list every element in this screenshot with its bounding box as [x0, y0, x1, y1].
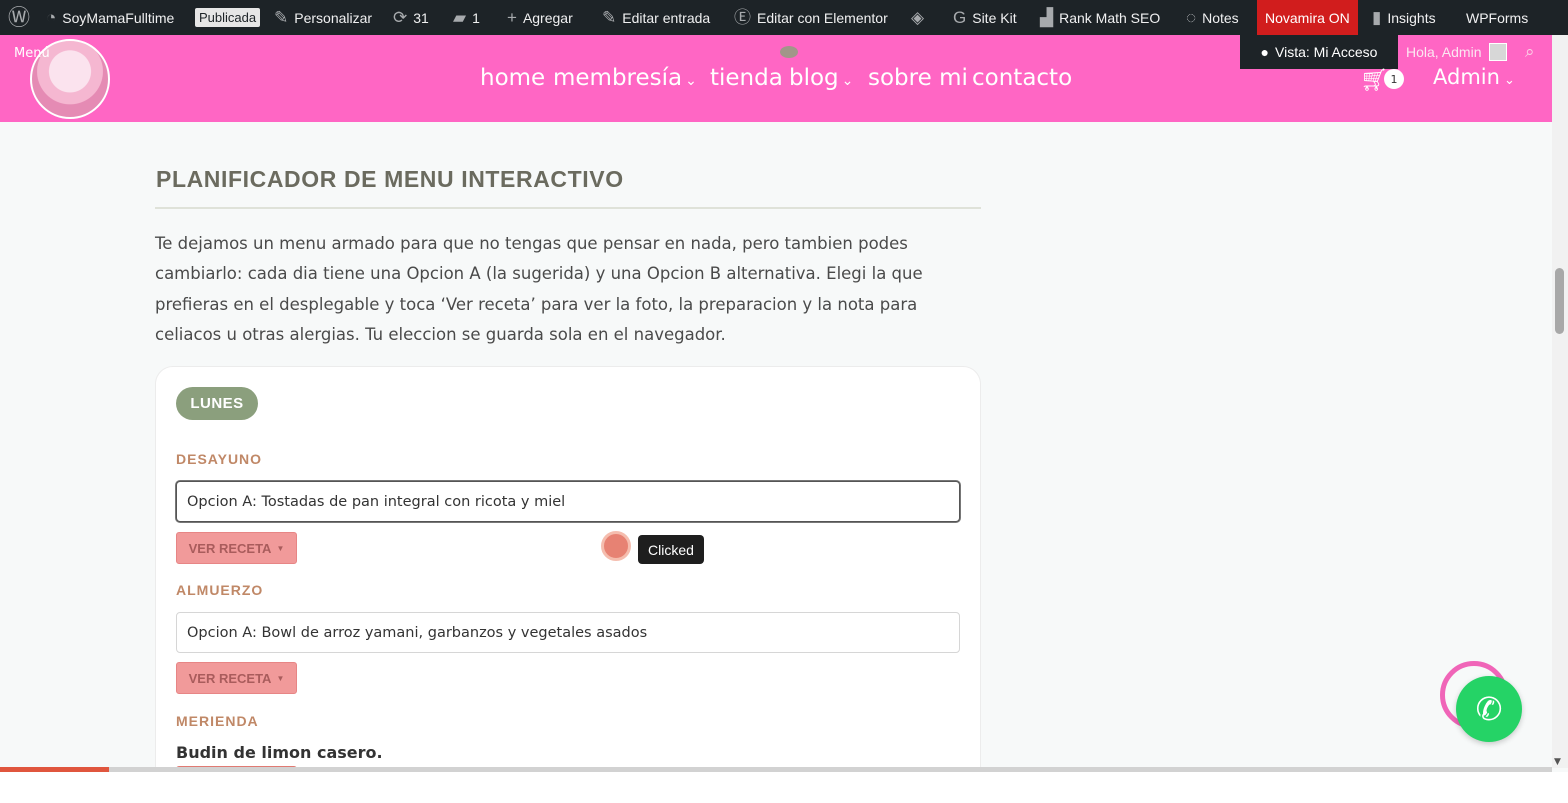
scroll-down-arrow-icon[interactable]: ▼ — [1554, 757, 1561, 767]
diamond-icon: ◈ — [911, 8, 925, 27]
edit-post-link[interactable]: ✎ Editar entrada — [602, 0, 710, 35]
cart-count-badge: 1 — [1384, 69, 1404, 89]
site-name: SoyMamaFulltime — [62, 9, 175, 26]
nav-blog[interactable]: blog ⌄ — [789, 65, 853, 91]
eye-icon — [780, 46, 798, 58]
rank-math-icon: ▟ — [1040, 8, 1054, 27]
view-as-menu[interactable]: ● Vista: Mi Acceso — [1240, 35, 1398, 69]
caret-down-icon: ▼ — [276, 543, 285, 553]
whatsapp-icon: ✆ — [1475, 690, 1503, 728]
day-card — [155, 366, 981, 786]
snack-value: Budin de limon casero. — [176, 743, 383, 762]
add-new-link[interactable]: + Agregar — [507, 0, 573, 35]
speech-bubble-icon: ◌ — [1186, 8, 1197, 27]
recipe-button-lunch[interactable]: VER RECETA ▼ — [176, 662, 297, 694]
google-icon: G — [953, 8, 967, 27]
novamira-toggle[interactable]: Novamira ON — [1257, 0, 1358, 35]
chevron-down-icon: ⌄ — [685, 73, 697, 89]
nav-home[interactable]: home — [480, 65, 545, 91]
caret-down-icon: ▼ — [276, 673, 285, 683]
elementor-icon: Ⓔ — [734, 8, 751, 27]
nav-shop[interactable]: tienda — [710, 65, 783, 91]
click-tooltip: Clicked — [638, 535, 704, 564]
intro-paragraph: Te dejamos un menu armado para que no te… — [155, 234, 923, 344]
page-title: PLANIFICADOR DE MENU INTERACTIVO — [156, 166, 624, 192]
title-divider — [155, 207, 981, 209]
brush-icon: ✎ — [274, 8, 289, 27]
plus-icon: + — [507, 8, 517, 27]
insights-link[interactable]: ▮ Insights — [1372, 0, 1436, 35]
day-badge: LUNES — [176, 387, 258, 420]
nav-membership[interactable]: membresía ⌄ — [553, 65, 697, 91]
lunch-select[interactable]: Opcion A: Bowl de arroz yamani, garbanzo… — [176, 612, 960, 653]
site-name-menu[interactable]: ◔ SoyMamaFulltime — [46, 0, 174, 35]
site-kit-link[interactable]: G Site Kit — [953, 0, 1017, 35]
rank-math-link[interactable]: ▟ Rank Math SEO — [1040, 0, 1160, 35]
edit-elementor-link[interactable]: Ⓔ Editar con Elementor — [734, 0, 888, 35]
bar-chart-icon: ▮ — [1372, 8, 1382, 27]
meal-label-snack: MERIENDA — [176, 713, 259, 729]
click-indicator — [601, 531, 631, 561]
chevron-down-icon: ⌄ — [841, 73, 854, 89]
updates-link[interactable]: ⟳ 31 — [393, 0, 429, 35]
dashboard-icon: ◔ — [46, 8, 57, 27]
status-badge: Publicada — [195, 0, 261, 35]
customize-link[interactable]: ✎ Personalizar — [274, 0, 372, 35]
pencil-icon: ✎ — [602, 8, 617, 27]
notes-link[interactable]: ◌ Notes — [1186, 0, 1239, 35]
search-icon[interactable]: ⌕ — [1525, 42, 1535, 62]
admin-bar: Ⓦ ◔ SoyMamaFulltime Publicada ✎ Personaliz… — [0, 0, 1568, 35]
nav-contact[interactable]: contacto — [972, 65, 1072, 91]
avatar[interactable] — [1489, 43, 1507, 61]
refresh-icon: ⟳ — [393, 8, 408, 27]
meal-label-breakfast: DESAYUNO — [176, 451, 263, 467]
site-header: Menú home membresía ⌄ tienda blog ⌄ sobre … — [0, 35, 1552, 122]
scrollbar-thumb[interactable] — [1555, 268, 1564, 334]
scrollbar[interactable] — [1552, 35, 1568, 768]
comments-link[interactable]: ▰ 1 — [453, 0, 480, 35]
page-bottom — [0, 772, 1568, 803]
nav-admin[interactable]: Admin ⌄ — [1433, 65, 1515, 89]
wpforms-link[interactable]: WPForms — [1466, 0, 1528, 35]
chevron-down-icon: ⌄ — [1503, 73, 1515, 88]
diamond-plugin-link[interactable]: ◈ — [911, 0, 924, 35]
breakfast-select[interactable]: Opcion A: Tostadas de pan integral con r… — [176, 481, 960, 522]
recipe-button-breakfast[interactable]: VER RECETA ▼ — [176, 532, 297, 564]
menu-toggle[interactable]: Menú — [14, 46, 50, 61]
meal-label-lunch: ALMUERZO — [176, 582, 264, 598]
comment-icon: ▰ — [453, 8, 467, 27]
wordpress-icon[interactable]: Ⓦ — [8, 0, 30, 35]
user-icon: ● — [1260, 44, 1269, 60]
nav-about[interactable]: sobre mi — [868, 65, 968, 91]
whatsapp-button[interactable]: ✆ — [1456, 676, 1522, 742]
account-greeting[interactable]: Hola, Admin — [1406, 44, 1481, 60]
